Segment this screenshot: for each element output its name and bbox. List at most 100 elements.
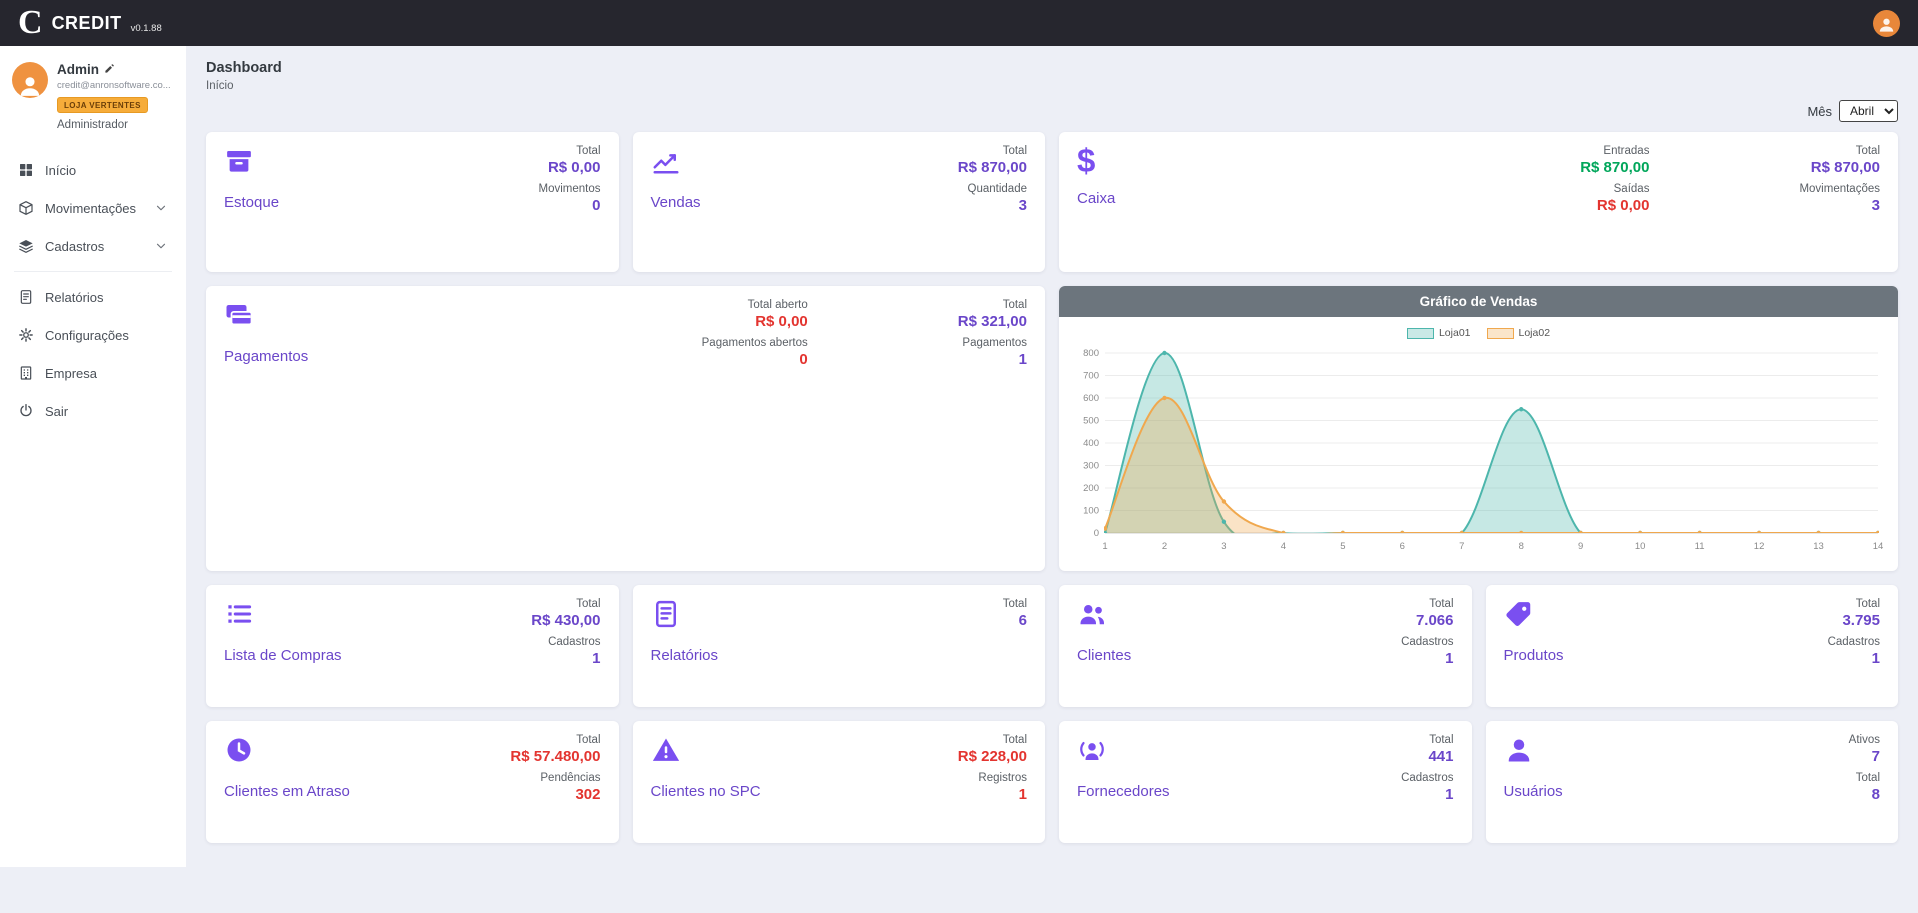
stat-value: 302 (510, 786, 600, 803)
stat-value: 1 (1401, 650, 1453, 667)
sidebar-menu: Início Movimentações Cadastros Relatório… (12, 151, 174, 430)
warning-icon (651, 735, 681, 765)
edit-pencil-icon[interactable] (104, 62, 115, 77)
card-stats: Total6 (1003, 598, 1027, 629)
sidebar-item-label: Movimentações (45, 201, 136, 216)
card-title: Usuários (1504, 783, 1881, 800)
stat-label: Registros (958, 772, 1027, 784)
stat-label: Total (958, 734, 1027, 746)
sidebar-item-relatorios[interactable]: Relatórios (12, 278, 174, 316)
card-clientes-em-atraso[interactable]: Clientes em Atraso TotalR$ 57.480,00 Pen… (206, 721, 619, 843)
card-caixa[interactable]: $ Caixa EntradasR$ 870,00 SaídasR$ 0,00 … (1059, 132, 1898, 272)
svg-text:600: 600 (1083, 393, 1099, 404)
person-icon (17, 72, 43, 98)
svg-text:14: 14 (1873, 541, 1884, 552)
card-grafico-vendas: Gráfico de Vendas Loja01Loja02 010020030… (1059, 286, 1898, 571)
svg-text:100: 100 (1083, 506, 1099, 517)
sidebar-item-label: Empresa (45, 366, 97, 381)
store-badge: LOJA VERTENTES (57, 97, 148, 113)
sidebar-item-sair[interactable]: Sair (12, 392, 174, 430)
card-title: Fornecedores (1077, 783, 1454, 800)
breadcrumb: Início (206, 80, 1898, 92)
profile-name-text: Admin (57, 62, 99, 77)
sidebar-item-configuracoes[interactable]: Configurações (12, 316, 174, 354)
gear-icon (18, 327, 34, 343)
svg-text:400: 400 (1083, 438, 1099, 449)
chart-legend: Loja01 Loja02 (1069, 323, 1888, 343)
document-icon (651, 599, 681, 629)
chart-title: Gráfico de Vendas (1059, 286, 1898, 317)
card-pagamentos[interactable]: Pagamentos Total abertoR$ 0,00 Pagamento… (206, 286, 1045, 571)
grid-icon (18, 162, 34, 178)
card-vendas[interactable]: Vendas TotalR$ 870,00 Quantidade3 (633, 132, 1046, 272)
sidebar-item-label: Configurações (45, 328, 129, 343)
stat-value: R$ 0,00 (702, 313, 808, 330)
card-estoque[interactable]: Estoque TotalR$ 0,00 Movimentos0 (206, 132, 619, 272)
card-stats: Total3.795 Cadastros1 (1828, 598, 1880, 667)
svg-text:7: 7 (1459, 541, 1464, 552)
user-avatar[interactable] (1873, 10, 1900, 37)
sales-chart: 0100200300400500600700800123456789101112… (1069, 343, 1888, 555)
stat-value: 7.066 (1401, 612, 1453, 629)
stat-label: Total (539, 145, 601, 157)
user-icon (1504, 735, 1534, 765)
card-title: Produtos (1504, 647, 1881, 664)
sidebar-item-cadastros[interactable]: Cadastros (12, 227, 174, 265)
card-stats: EntradasR$ 870,00 SaídasR$ 0,00 TotalR$ … (1580, 145, 1880, 214)
brand: C CREDIT v0.1.88 (18, 6, 162, 40)
chart-body: Loja01Loja02 010020030040050060070080012… (1059, 317, 1898, 562)
sidebar-item-movimentacoes[interactable]: Movimentações (12, 189, 174, 227)
dollar-icon: $ (1077, 146, 1095, 176)
card-usuarios[interactable]: Usuários Ativos7 Total8 (1486, 721, 1899, 843)
stat-value: R$ 870,00 (1580, 159, 1649, 176)
stat-label: Ativos (1849, 734, 1880, 746)
svg-text:5: 5 (1340, 541, 1345, 552)
layers-icon (18, 238, 34, 254)
card-title: Clientes (1077, 647, 1454, 664)
file-invoice-icon (18, 289, 34, 305)
main-content: Dashboard Início Mês Abril Estoque Total… (186, 46, 1918, 867)
chevron-down-icon (154, 201, 168, 215)
card-stats: Ativos7 Total8 (1849, 734, 1880, 803)
profile-info: Admin credit@anronsoftware.co... LOJA VE… (57, 62, 171, 131)
page-title: Dashboard (206, 60, 1898, 76)
card-relatorios[interactable]: Relatórios Total6 (633, 585, 1046, 707)
list-icon (224, 599, 254, 629)
stat-value: 1 (531, 650, 600, 667)
box-icon (18, 200, 34, 216)
card-lista-de-compras[interactable]: Lista de Compras TotalR$ 430,00 Cadastro… (206, 585, 619, 707)
svg-text:200: 200 (1083, 483, 1099, 494)
tag-icon (1504, 599, 1534, 629)
card-stats: Total7.066 Cadastros1 (1401, 598, 1453, 667)
stat-value: R$ 57.480,00 (510, 748, 600, 765)
card-fornecedores[interactable]: Fornecedores Total441 Cadastros1 (1059, 721, 1472, 843)
profile-block: Admin credit@anronsoftware.co... LOJA VE… (12, 62, 174, 131)
card-produtos[interactable]: Produtos Total3.795 Cadastros1 (1486, 585, 1899, 707)
profile-email: credit@anronsoftware.co... (57, 80, 171, 91)
card-stats: TotalR$ 228,00 Registros1 (958, 734, 1027, 803)
card-clientes[interactable]: Clientes Total7.066 Cadastros1 (1059, 585, 1472, 707)
stat-value: R$ 321,00 (958, 313, 1027, 330)
card-clientes-no-spc[interactable]: Clientes no SPC TotalR$ 228,00 Registros… (633, 721, 1046, 843)
sidebar: Admin credit@anronsoftware.co... LOJA VE… (0, 46, 186, 867)
month-select[interactable]: Abril (1839, 100, 1898, 122)
supplier-icon (1077, 735, 1107, 765)
legend-swatch (1407, 328, 1434, 339)
profile-avatar[interactable] (12, 62, 48, 98)
sidebar-item-empresa[interactable]: Empresa (12, 354, 174, 392)
legend-item[interactable]: Loja01 (1407, 327, 1471, 339)
legend-item[interactable]: Loja02 (1487, 327, 1551, 339)
logo-c: C (18, 6, 43, 40)
svg-text:1: 1 (1102, 541, 1107, 552)
svg-text:800: 800 (1083, 348, 1099, 359)
stat-value: 1 (1401, 786, 1453, 803)
stat-label: Movimentos (539, 183, 601, 195)
sidebar-item-inicio[interactable]: Início (12, 151, 174, 189)
card-stats: TotalR$ 870,00 Quantidade3 (958, 145, 1027, 214)
stat-label: Total (531, 598, 600, 610)
card-stats: TotalR$ 0,00 Movimentos0 (539, 145, 601, 214)
stat-value: 3.795 (1828, 612, 1880, 629)
stat-label: Cadastros (1828, 636, 1880, 648)
credit-card-icon (224, 300, 254, 330)
stat-value: 0 (702, 351, 808, 368)
